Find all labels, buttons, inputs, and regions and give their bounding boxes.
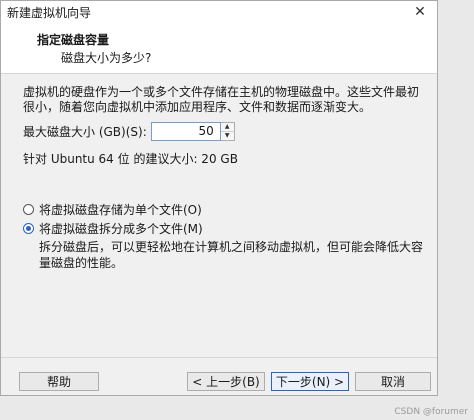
radio-split-files-icon[interactable] <box>23 223 34 234</box>
radio-single-file[interactable]: 将虚拟磁盘存储为单个文件(O) <box>23 201 202 218</box>
radio-single-file-icon[interactable] <box>23 204 34 215</box>
disk-size-input[interactable]: 50 <box>150 122 221 141</box>
help-button[interactable]: 帮助 <box>19 372 99 391</box>
close-icon[interactable]: ✕ <box>403 1 437 23</box>
back-button[interactable]: < 上一步(B) <box>187 372 265 391</box>
window-title: 新建虚拟机向导 <box>7 5 92 20</box>
radio-split-files[interactable]: 将虚拟磁盘拆分成多个文件(M) <box>23 220 203 237</box>
page-title: 指定磁盘容量 <box>37 33 110 47</box>
disk-size-row: 最大磁盘大小 (GB)(S): 50 ▲ ▼ <box>23 122 235 141</box>
description-text: 虚拟机的硬盘作为一个或多个文件存储在主机的物理磁盘中。这些文件最初很小，随着您向… <box>23 85 420 114</box>
footer-divider <box>1 357 437 358</box>
split-note-text: 拆分磁盘后，可以更轻松地在计算机之间移动虚拟机，但可能会降低大容量磁盘的性能。 <box>39 240 424 270</box>
disk-size-stepper[interactable]: ▲ ▼ <box>220 122 235 141</box>
wizard-header: 指定磁盘容量 磁盘大小为多少? <box>1 23 437 74</box>
spin-down-icon[interactable]: ▼ <box>221 132 234 140</box>
next-button[interactable]: 下一步(N) > <box>271 372 349 391</box>
disk-size-label: 最大磁盘大小 (GB)(S): <box>23 125 147 139</box>
spin-up-icon[interactable]: ▲ <box>220 123 234 132</box>
watermark: CSDN @forumer <box>394 407 468 417</box>
page-subtitle: 磁盘大小为多少? <box>61 51 152 65</box>
cancel-button[interactable]: 取消 <box>355 372 431 391</box>
radio-split-files-label[interactable]: 将虚拟磁盘拆分成多个文件(M) <box>39 220 203 237</box>
title-bar: 新建虚拟机向导 ✕ <box>1 1 437 23</box>
wizard-window: 新建虚拟机向导 ✕ 指定磁盘容量 磁盘大小为多少? 虚拟机的硬盘作为一个或多个文… <box>0 0 438 396</box>
radio-single-file-label[interactable]: 将虚拟磁盘存储为单个文件(O) <box>39 201 202 218</box>
recommendation-text: 针对 Ubuntu 64 位 的建议大小: 20 GB <box>23 152 238 166</box>
